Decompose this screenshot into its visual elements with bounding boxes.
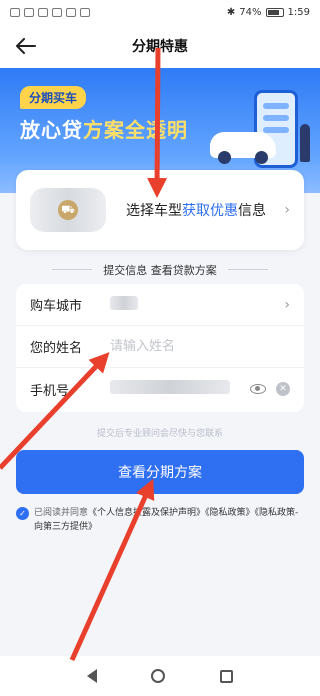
city-label: 购车城市 — [30, 299, 83, 314]
hd-icon — [10, 7, 20, 17]
nav-bar: 分期特惠 — [0, 24, 320, 68]
status-bar: ✱ 74% 1:59 — [0, 0, 320, 24]
agreement-prefix: 已阅读并同意 — [34, 508, 89, 518]
system-home-icon[interactable] — [151, 669, 166, 683]
signal-icon — [24, 7, 34, 17]
phone-row: 手机号 ✕ — [16, 368, 304, 410]
bluetooth-icon: ✱ — [226, 6, 236, 18]
banner-tag: 分期买车 — [20, 86, 87, 109]
car-illustration-icon — [210, 132, 276, 164]
clear-icon[interactable]: ✕ — [276, 382, 290, 396]
app-icon — [52, 7, 62, 17]
page-title: 分期特惠 — [132, 39, 188, 55]
car-icon: ⛟ — [58, 200, 78, 220]
banner-title-part1: 放心贷 — [20, 118, 83, 142]
phone-value[interactable] — [110, 380, 250, 398]
eye-icon[interactable] — [250, 384, 266, 394]
loan-form: 购车城市 › 您的姓名 手机号 ✕ — [16, 284, 304, 412]
system-back-icon[interactable] — [87, 669, 98, 683]
vehicle-select-prefix: 选择车型 — [126, 203, 182, 219]
view-plan-button[interactable]: 查看分期方案 — [16, 450, 304, 494]
system-nav-bar — [0, 656, 320, 696]
phone-label: 手机号 — [30, 383, 70, 399]
name-label: 您的姓名 — [30, 341, 83, 356]
vehicle-select-text: 选择车型获取优惠信息 — [126, 200, 284, 220]
city-value — [110, 295, 284, 314]
section-title: 提交信息 查看贷款方案 — [0, 262, 320, 278]
city-row[interactable]: 购车城市 › — [16, 284, 304, 326]
banner-title: 放心贷方案全透明 — [20, 114, 188, 143]
person-illustration-icon — [300, 124, 310, 162]
status-icons — [10, 7, 90, 17]
battery-percent: 74% — [239, 6, 262, 18]
chevron-right-icon: › — [284, 296, 290, 313]
clock: 1:59 — [287, 6, 310, 18]
vehicle-select-highlight: 获取优惠 — [182, 203, 238, 219]
agreement: ✓ 已阅读并同意《个人信息披露及保护声明》《隐私政策》《隐私政策-向第三方提供》 — [16, 506, 306, 534]
privacy-statement-link[interactable]: 《个人信息披露及保护声明》 — [88, 508, 205, 518]
privacy-policy-link[interactable]: 《隐私政策》 — [205, 508, 255, 518]
app-icon — [80, 7, 90, 17]
name-input[interactable] — [110, 339, 290, 354]
name-row: 您的姓名 — [16, 326, 304, 368]
vehicle-select-suffix: 信息 — [238, 203, 266, 219]
battery-icon — [265, 7, 284, 17]
car-thumbnail: ⛟ — [30, 188, 106, 232]
system-recents-icon[interactable] — [219, 669, 233, 683]
wifi-icon — [38, 7, 48, 17]
back-button[interactable] — [12, 32, 40, 60]
agreement-text: 已阅读并同意《个人信息披露及保护声明》《隐私政策》《隐私政策-向第三方提供》 — [34, 506, 306, 534]
banner-title-part2: 方案全透明 — [83, 118, 188, 142]
contact-hint: 提交后专业顾问会尽快与您联系 — [96, 429, 223, 439]
chevron-right-icon: › — [284, 202, 290, 218]
agree-checkbox[interactable]: ✓ — [16, 507, 29, 520]
annotation-arrow — [4, 308, 8, 312]
app-icon — [66, 7, 76, 17]
vehicle-select-card[interactable]: ⛟ 选择车型获取优惠信息 › — [16, 170, 304, 250]
arrow-left-icon — [16, 38, 36, 54]
